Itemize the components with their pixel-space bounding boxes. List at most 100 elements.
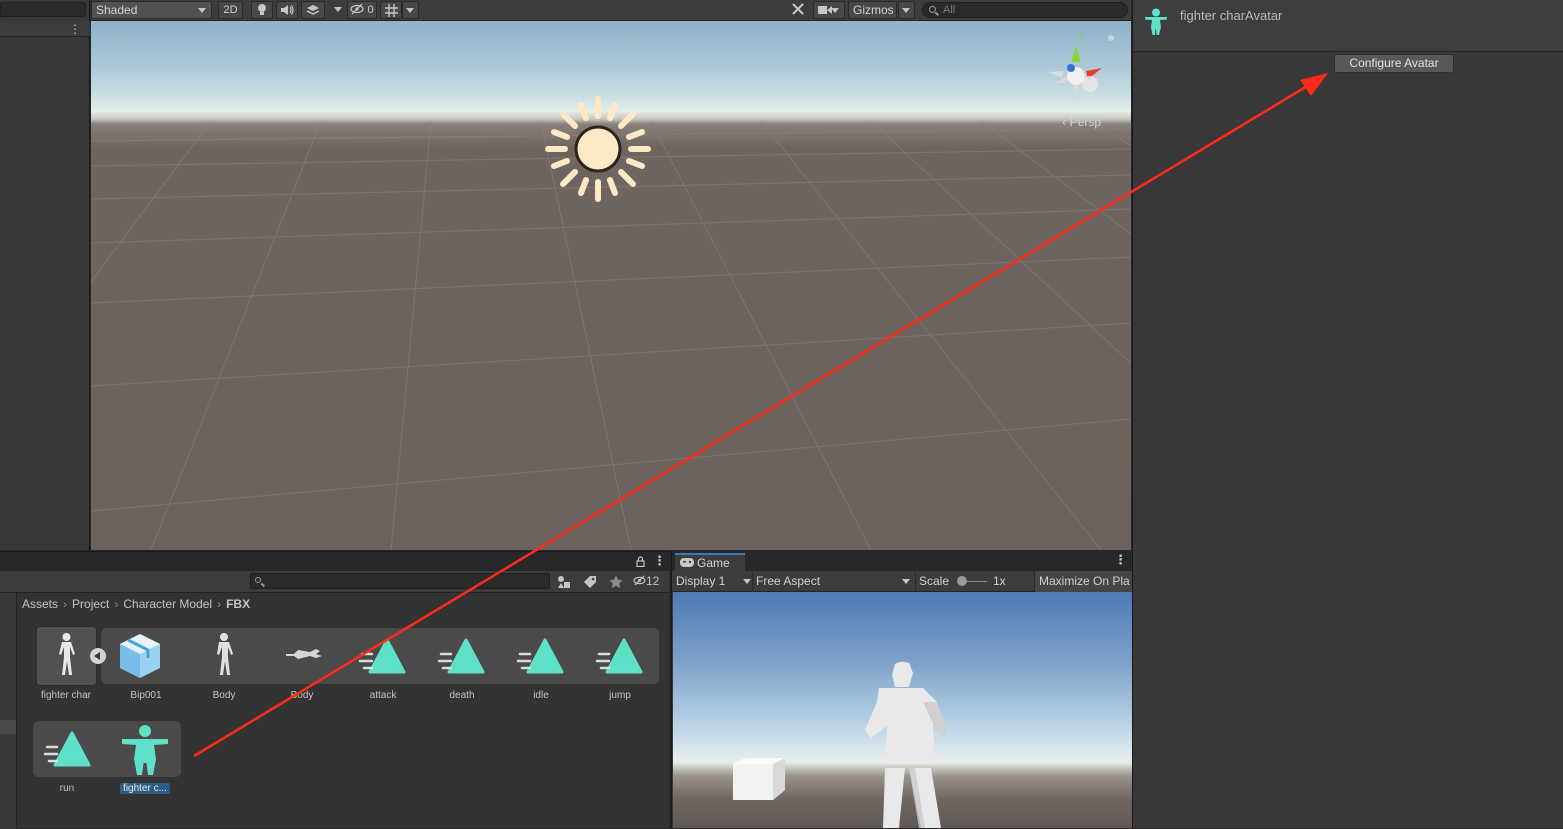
lightbulb-icon (258, 4, 266, 15)
orientation-gizmo[interactable] (1048, 35, 1114, 101)
game-tab-label: Game (697, 556, 730, 570)
asset-run-clip[interactable] (43, 727, 93, 771)
effects-dropdown[interactable] (327, 1, 347, 19)
2d-label: 2D (223, 4, 238, 16)
breadcrumb-item[interactable]: Assets (22, 597, 58, 611)
breadcrumb-item[interactable]: FBX (226, 597, 250, 611)
asset-idle-clip[interactable] (516, 634, 566, 678)
chevron-down-icon (902, 579, 910, 584)
hidden-count: 0 (367, 4, 374, 16)
display-dropdown[interactable]: Display 1 (676, 573, 751, 590)
tab-game[interactable]: Game (675, 553, 745, 571)
asset-fighter-avatar[interactable] (118, 723, 172, 777)
tools-button[interactable] (787, 1, 809, 19)
inspector-title: fighter charAvatar (1180, 8, 1283, 23)
mesh-figure-icon (217, 633, 233, 675)
gizmos-label: Gizmos (853, 3, 894, 17)
hierarchy-panel: ⋮ (0, 0, 90, 550)
game-menu-icon[interactable]: ⋮ (1114, 553, 1127, 567)
animation-clip-icon (516, 638, 564, 674)
scene-search-input[interactable]: All (922, 2, 1128, 18)
animation-clip-icon (43, 731, 91, 767)
chevron-right-icon: › (63, 597, 68, 611)
asset-label: Body (212, 690, 236, 701)
asset-label: attack (369, 690, 397, 701)
project-menu-icon[interactable]: ⋮ (653, 554, 666, 568)
inspector-header: fighter charAvatar (1133, 0, 1563, 52)
configure-avatar-button[interactable]: Configure Avatar (1334, 54, 1454, 73)
asset-death-clip[interactable] (437, 634, 487, 678)
tools-icon (792, 3, 804, 15)
project-toolbar: 12 (0, 571, 669, 593)
animation-clip-icon (358, 638, 406, 674)
search-icon (255, 577, 261, 583)
project-folder-tree[interactable] (0, 593, 17, 829)
mesh-lying-icon (286, 649, 322, 659)
asset-label: idle (533, 690, 549, 701)
display-label: Display 1 (676, 574, 726, 588)
asset-thumbnail-fighter-char[interactable] (36, 626, 97, 686)
maximize-on-play-toggle[interactable]: Maximize On Pla (1034, 571, 1132, 592)
asset-jump-clip[interactable] (595, 634, 645, 678)
lighting-toggle-button[interactable] (251, 1, 273, 19)
asset-label: death (449, 690, 475, 701)
camera-button[interactable] (813, 1, 845, 19)
chevron-down-icon (198, 8, 206, 13)
project-search-input[interactable] (250, 573, 550, 589)
effects-toggle-button[interactable] (301, 1, 325, 19)
collapse-sub-assets-button[interactable] (90, 648, 106, 664)
grid-dropdown[interactable] (402, 1, 419, 19)
chevron-right-icon: › (217, 597, 222, 611)
2d-toggle-button[interactable]: 2D (218, 1, 243, 19)
scale-slider-handle[interactable] (957, 576, 967, 586)
toolbar-divider (915, 571, 916, 592)
scene-toolbar: Shaded 2D 0 Gizmos All (91, 0, 1131, 21)
game-view[interactable] (673, 592, 1132, 828)
projection-label[interactable]: ‹ Persp (1062, 115, 1101, 129)
chevron-down-icon (902, 8, 910, 13)
gizmo-y-label: y (1079, 31, 1084, 42)
aspect-dropdown[interactable]: Free Aspect (756, 573, 912, 590)
layers-icon (306, 5, 320, 15)
filter-by-label-icon[interactable] (583, 575, 597, 589)
toolbar-divider (752, 571, 753, 592)
breadcrumb: Assets › Project › Character Model › FBX (22, 595, 250, 613)
audio-toggle-button[interactable] (276, 1, 298, 19)
lock-icon[interactable] (636, 556, 645, 567)
asset-body-lying[interactable] (284, 642, 324, 672)
chevron-down-icon (334, 7, 342, 12)
gamepad-icon (680, 558, 694, 567)
asset-attack-clip[interactable] (358, 634, 408, 678)
chevron-right-icon: › (114, 597, 119, 611)
hierarchy-menu-icon[interactable]: ⋮ (69, 22, 81, 36)
favorite-star-icon[interactable] (609, 575, 623, 589)
asset-bip001[interactable] (114, 630, 174, 682)
scene-view[interactable]: y ‹ Persp (91, 21, 1131, 550)
game-tab-bar: Game ⋮ (672, 551, 1132, 571)
grid-toggle-button[interactable] (380, 1, 402, 19)
projection-text: Persp (1069, 115, 1101, 129)
asset-body-mesh[interactable] (207, 630, 241, 682)
hidden-packages-toggle[interactable]: 12 (633, 574, 659, 588)
shading-mode-dropdown[interactable]: Shaded (91, 1, 212, 19)
breadcrumb-item[interactable]: Character Model (123, 597, 212, 611)
eye-slash-icon (350, 3, 365, 15)
directional-light-icon[interactable] (545, 96, 651, 202)
character-model (865, 661, 947, 828)
aspect-label: Free Aspect (756, 574, 821, 588)
chevron-down-icon (743, 579, 751, 584)
asset-label-selected: fighter c... (105, 783, 185, 794)
camera-icon (818, 6, 832, 14)
scale-label: Scale (919, 574, 950, 588)
hidden-packages-count: 12 (646, 574, 660, 588)
grid-icon (384, 4, 398, 17)
asset-label: Body (290, 690, 314, 701)
asset-label: jump (609, 690, 631, 701)
gizmos-button[interactable]: Gizmos (848, 1, 897, 19)
scene-grid: y (91, 31, 1131, 550)
filter-by-type-icon[interactable] (557, 575, 571, 589)
gizmos-dropdown[interactable] (898, 1, 915, 19)
breadcrumb-item[interactable]: Project (72, 597, 109, 611)
hierarchy-search-field[interactable] (0, 2, 86, 17)
scene-visibility-button[interactable]: 0 (347, 1, 377, 19)
